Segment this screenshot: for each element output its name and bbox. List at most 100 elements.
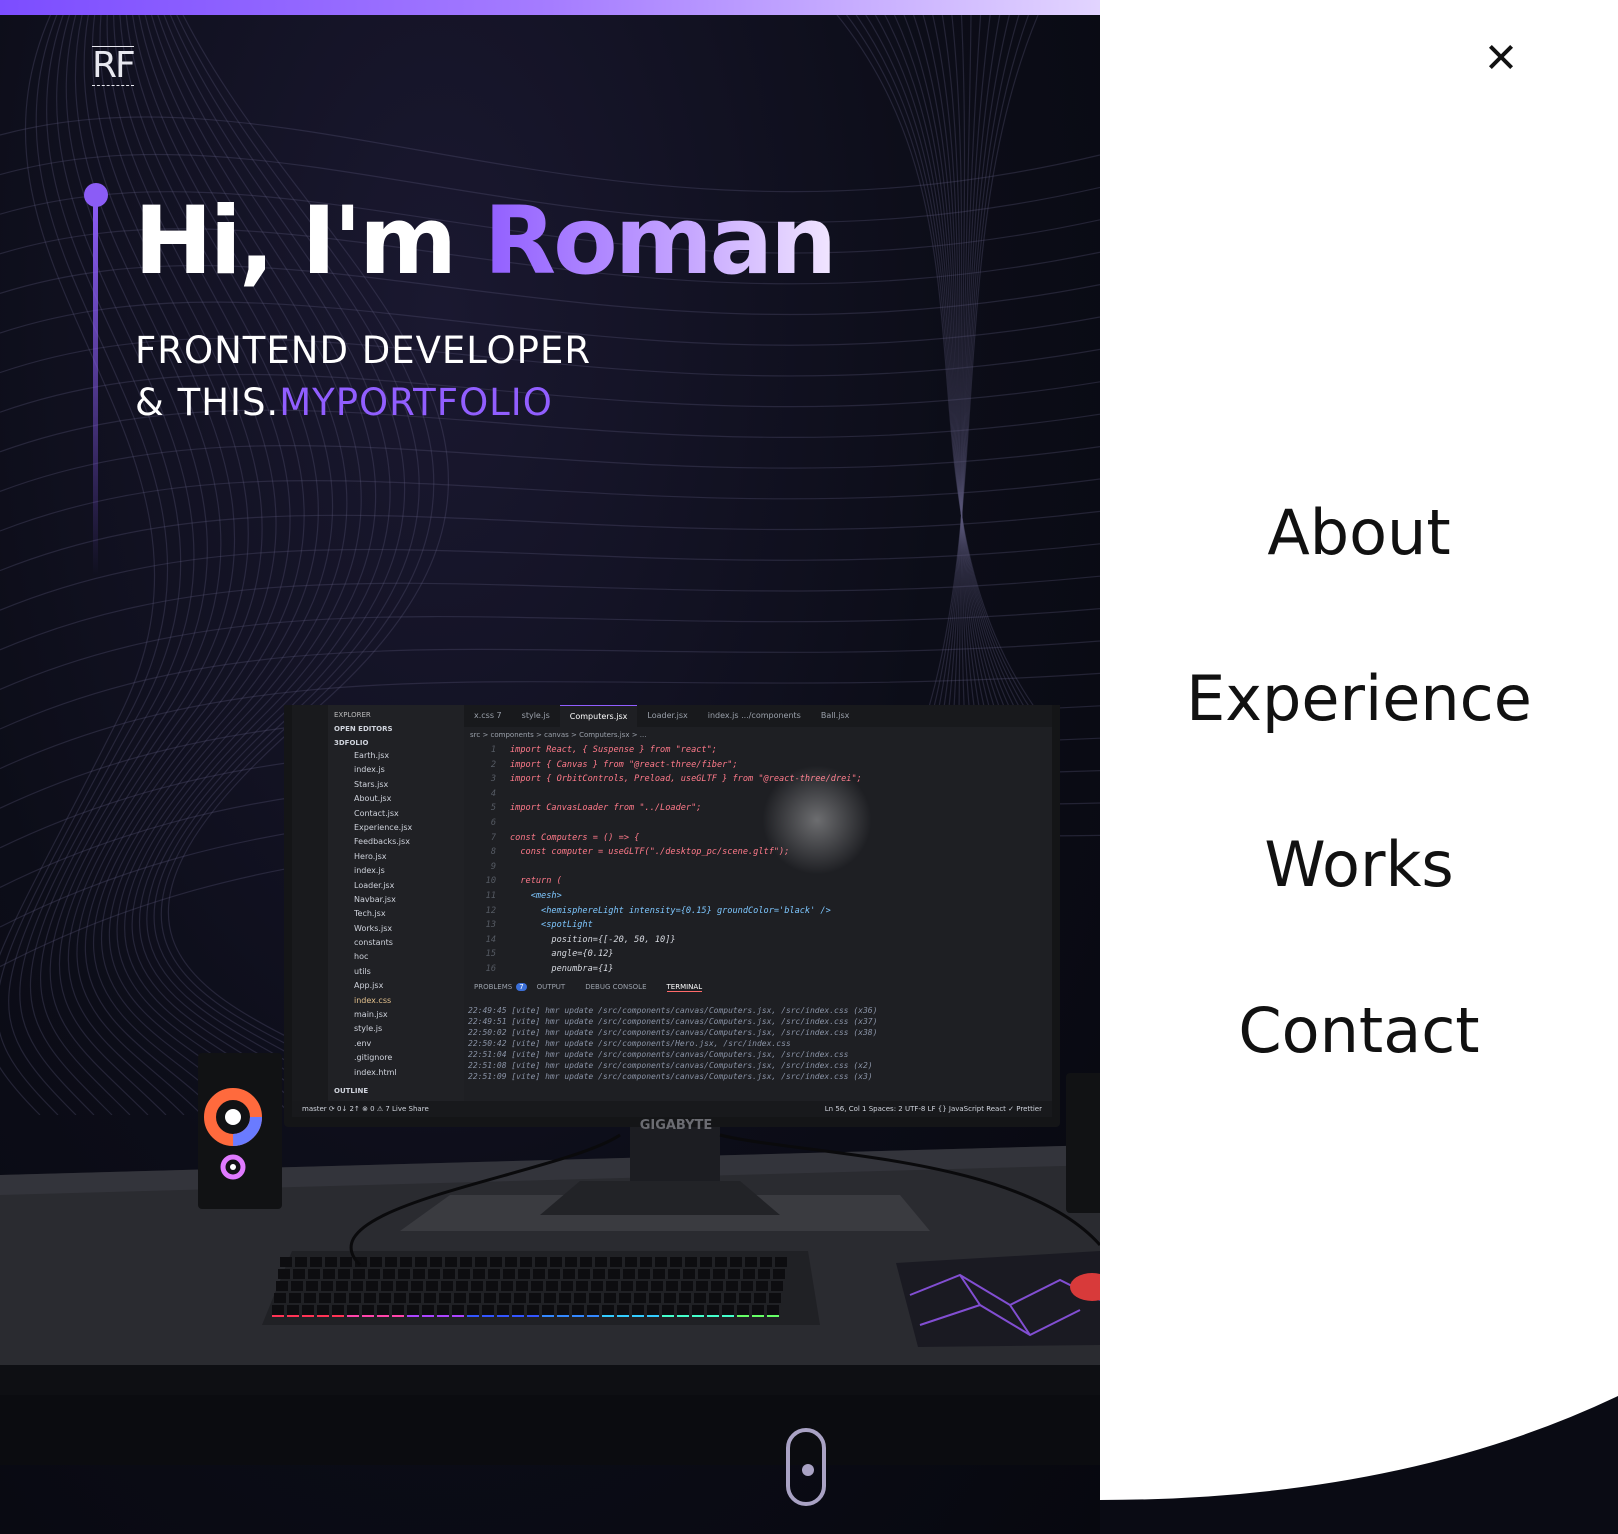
explorer-file[interactable]: style.js	[354, 1022, 464, 1036]
open-editors: OPEN EDITORS	[334, 725, 393, 733]
explorer-file[interactable]: hoc	[354, 950, 464, 964]
line-number: 13	[485, 920, 496, 931]
code-text: <hemisphereLight intensity={0.15} ground…	[510, 905, 831, 916]
code-line: 15 angle={0.12}	[464, 947, 1024, 962]
code-text: <mesh>	[510, 890, 562, 901]
code-line: 2 import { Canvas } from "@react-three/fi…	[464, 758, 1024, 773]
code-text: penumbra={1}	[510, 963, 614, 974]
terminal-line: 22:50:02 [vite] hmr update /src/componen…	[468, 1028, 878, 1037]
editor-tab[interactable]: style.js	[512, 705, 560, 727]
panel-tabs: PROBLEMS 7 OUTPUT DEBUG CONSOLE TERMINAL	[464, 977, 1052, 997]
status-right: Ln 56, Col 1 Spaces: 2 UTF-8 LF {} JavaS…	[824, 1105, 1042, 1113]
menu-bottom-curve	[1100, 1380, 1618, 1534]
terminal-line: 22:49:51 [vite] hmr update /src/componen…	[468, 1017, 878, 1026]
panel-tab[interactable]: PROBLEMS	[474, 983, 512, 991]
code-line: 10 return (	[464, 874, 1024, 889]
explorer-file[interactable]: Hero.jsx	[354, 850, 464, 864]
hero-title: Hi, I'm Roman	[134, 187, 837, 296]
explorer-file[interactable]: Earth.jsx	[354, 749, 464, 763]
file-list: Earth.jsx index.js Stars.jsx About.jsx Conta…	[328, 749, 464, 1080]
code-line: 1 import React, { Suspense } from "react"…	[464, 743, 1024, 758]
desk-front-edge	[0, 1395, 1100, 1465]
code-text: const Computers = () => {	[510, 832, 640, 843]
explorer-file[interactable]: Loader.jsx	[354, 879, 464, 893]
terminal-line: 22:50:42 [vite] hmr update /src/componen…	[468, 1039, 791, 1048]
explorer-file[interactable]: Feedbacks.jsx	[354, 835, 464, 849]
code-line: 13 <spotLight	[464, 918, 1024, 933]
hero-subtitle: FRONTEND DEVELOPER & THIS.MYPORTFOLIO	[135, 325, 591, 429]
explorer-file[interactable]: index.css	[354, 994, 464, 1008]
explorer-file[interactable]: index.js	[354, 864, 464, 878]
terminal-line: 22:51:09 [vite] hmr update /src/componen…	[468, 1072, 873, 1081]
hero-section: GIGABYTE EXPLORER OPEN EDITORS 3DFOLIO E…	[0, 15, 1100, 1534]
menu-item-about: About	[1100, 490, 1618, 656]
panel-tab[interactable]: OUTPUT	[537, 983, 566, 991]
explorer-file[interactable]: index.html	[354, 1066, 464, 1080]
line-number: 8	[490, 847, 496, 858]
line-number: 9	[490, 861, 496, 872]
menu-item-contact: Contact	[1100, 988, 1618, 1154]
explorer-file[interactable]: Experience.jsx	[354, 821, 464, 835]
explorer-file[interactable]: main.jsx	[354, 1008, 464, 1022]
line-number: 4	[490, 788, 496, 799]
explorer-file[interactable]: App.jsx	[354, 979, 464, 993]
status-bar: master ⟳ 0↓ 2↑ ⊗ 0 ⚠ 7 Live Share Ln 56,…	[292, 1101, 1052, 1117]
menu-link-experience[interactable]: Experience	[1186, 662, 1532, 735]
code-text: position={[-20, 50, 10]}	[510, 934, 676, 945]
explorer-file[interactable]: constants	[354, 936, 464, 950]
close-icon[interactable]	[1484, 40, 1518, 74]
explorer-file[interactable]: About.jsx	[354, 792, 464, 806]
editor-light-glare	[762, 765, 872, 875]
hero-greeting: Hi, I'm	[134, 187, 484, 296]
status-left: master ⟳ 0↓ 2↑ ⊗ 0 ⚠ 7 Live Share	[302, 1105, 429, 1113]
scroll-progress-bar	[0, 0, 1101, 15]
code-line: 8 const computer = useGLTF("./desktop_pc…	[464, 845, 1024, 860]
hero-subtitle-line2: & THIS.MYPORTFOLIO	[135, 377, 591, 429]
code-text: const computer = useGLTF("./desktop_pc/s…	[510, 847, 790, 858]
editor-tab[interactable]: Ball.jsx	[811, 705, 860, 727]
editor-tab[interactable]: x.css 7	[464, 705, 512, 727]
code-text: import { Canvas } from "@react-three/fib…	[510, 759, 738, 770]
hero-subtitle-prefix: & THIS.	[135, 381, 280, 424]
explorer-file[interactable]: Navbar.jsx	[354, 893, 464, 907]
code-line: 16 penumbra={1}	[464, 962, 1024, 977]
explorer-file[interactable]: Works.jsx	[354, 922, 464, 936]
explorer-file[interactable]: index.js	[354, 763, 464, 777]
panel-tab[interactable]: TERMINAL	[666, 983, 703, 992]
code-text: return (	[510, 876, 562, 887]
explorer-panel: EXPLORER OPEN EDITORS 3DFOLIO Earth.jsx i…	[328, 705, 464, 1101]
explorer-file[interactable]: .gitignore	[354, 1051, 464, 1065]
code-text: import React, { Suspense } from "react";	[510, 745, 717, 755]
code-text: <spotLight	[510, 920, 593, 931]
scroll-mouse-icon[interactable]	[786, 1428, 826, 1506]
terminal-line: 22:51:04 [vite] hmr update /src/componen…	[468, 1050, 849, 1059]
explorer-file[interactable]: Tech.jsx	[354, 907, 464, 921]
editor-tab[interactable]: Computers.jsx	[559, 705, 638, 727]
line-number: 11	[485, 890, 496, 901]
panel-tab[interactable]: DEBUG CONSOLE	[585, 983, 646, 991]
code-line: 11 <mesh>	[464, 889, 1024, 904]
line-number: 14	[485, 934, 496, 945]
menu-link-about[interactable]: About	[1267, 496, 1450, 569]
monitor-screen: EXPLORER OPEN EDITORS 3DFOLIO Earth.jsx i…	[292, 705, 1052, 1117]
menu-link-contact[interactable]: Contact	[1238, 994, 1479, 1067]
menu-item-experience: Experience	[1100, 656, 1618, 822]
explorer-file[interactable]: Contact.jsx	[354, 807, 464, 821]
explorer-title: EXPLORER	[334, 711, 371, 719]
code-line: 6	[464, 816, 1024, 831]
editor-tab[interactable]: index.js .../components	[698, 705, 811, 727]
explorer-file[interactable]: Stars.jsx	[354, 778, 464, 792]
terminal-output: 22:49:45 [vite] hmr update /src/componen…	[468, 1005, 1048, 1082]
logo[interactable]: RF	[92, 45, 136, 86]
line-number: 6	[490, 817, 496, 828]
explorer-file[interactable]: utils	[354, 965, 464, 979]
menu-link-works[interactable]: Works	[1264, 828, 1453, 901]
desk-scene: GIGABYTE EXPLORER OPEN EDITORS 3DFOLIO E…	[0, 697, 1100, 1445]
editor-tab[interactable]: Loader.jsx	[637, 705, 697, 727]
explorer-file[interactable]: .env	[354, 1037, 464, 1051]
line-number: 2	[490, 759, 496, 770]
monitor-brand: GIGABYTE	[640, 1118, 713, 1133]
logo-text: RF	[92, 45, 136, 86]
terminal-line: 22:49:45 [vite] hmr update /src/componen…	[468, 1006, 878, 1015]
problems-badge: 7	[516, 983, 527, 991]
